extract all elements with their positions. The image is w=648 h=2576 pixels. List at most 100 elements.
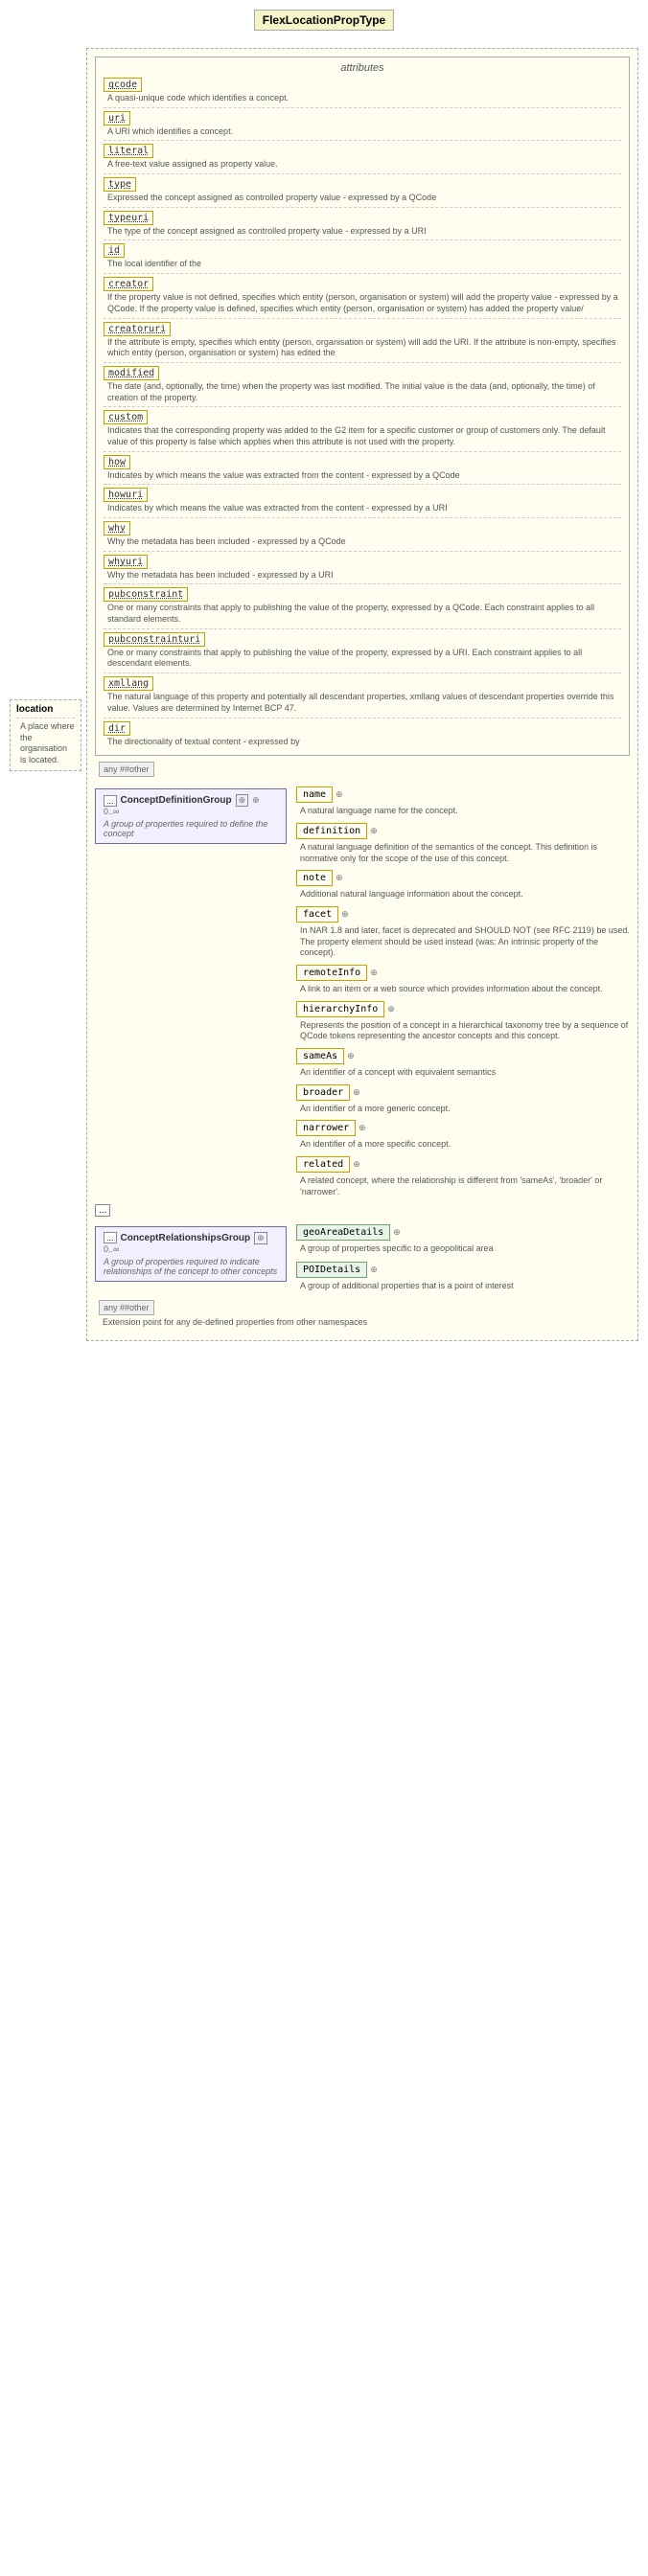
poi-expand[interactable]: ⊕ (370, 1265, 378, 1275)
concept-rel-plus-icon[interactable]: ⊕ (254, 1232, 267, 1244)
attr-name-whyuri: whyuri (104, 555, 148, 569)
concept-def-plus-icon[interactable]: ⊕ (236, 794, 249, 807)
elem-sameas: sameAs (296, 1048, 344, 1064)
attr-type: type Expressed the concept assigned as c… (104, 177, 621, 204)
diagram-container: FlexLocationPropType location A place wh… (0, 0, 648, 2576)
concept-rel-range: 0..∞ (104, 1244, 119, 1254)
elem-related-desc: A related concept, where the relationshi… (300, 1175, 630, 1197)
attr-modified: modified The date (and, optionally, the … (104, 366, 621, 403)
attr-name-uri: uri (104, 111, 130, 125)
remoteinfo-expand[interactable]: ⊕ (370, 968, 378, 978)
elem-remoteinfo: remoteInfo (296, 965, 367, 981)
concept-def-group-desc: A group of properties required to define… (104, 819, 278, 838)
attr-desc-pubconstrainturi: One or many constraints that apply to pu… (107, 648, 621, 670)
elem-facet: facet (296, 906, 338, 923)
concept-relations-group-box: ... ConceptRelationshipsGroup ⊕ 0..∞ A g… (95, 1226, 287, 1282)
attr-desc-pubconstraint: One or many constraints that apply to pu… (107, 603, 621, 625)
any-other-label: any ##other (99, 762, 154, 777)
elem-facet-desc: In NAR 1.8 and later, facet is deprecate… (300, 925, 630, 959)
attr-desc-uri: A URI which identifies a concept. (107, 126, 621, 138)
concept-rel-group-desc: A group of properties required to indica… (104, 1257, 278, 1276)
note-expand[interactable]: ⊕ (336, 873, 343, 883)
concept-definition-group-box: ... ConceptDefinitionGroup ⊕ ⊕ 0..∞ A gr… (95, 788, 287, 844)
elem-sameas-row: sameAs ⊕ An identifier of a concept with… (296, 1046, 630, 1079)
elem-geoarea-desc: A group of properties specific to a geop… (300, 1243, 630, 1255)
attr-desc-custom: Indicates that the corresponding propert… (107, 425, 621, 447)
attr-desc-literal: A free-text value assigned as property v… (107, 159, 621, 171)
attr-name-dir: dir (104, 721, 130, 736)
concept-rel-expand-icon[interactable]: ... (104, 1232, 117, 1243)
elem-poi-desc: A group of additional properties that is… (300, 1281, 630, 1292)
attr-uri: uri A URI which identifies a concept. (104, 111, 621, 138)
elem-broader: broader (296, 1084, 350, 1101)
elem-name-row: name ⊕ A natural language name for the c… (296, 785, 630, 817)
attr-how: how Indicates by which means the value w… (104, 455, 621, 482)
attr-custom: custom Indicates that the corresponding … (104, 410, 621, 447)
attr-name-pubconstrainturi: pubconstrainturi (104, 632, 205, 647)
attr-desc-howuri: Indicates by which means the value was e… (107, 503, 621, 514)
attr-desc-qcode: A quasi-unique code which identifies a c… (107, 93, 621, 104)
attr-desc-id: The local identifier of the (107, 259, 621, 270)
attr-name-literal: literal (104, 144, 153, 158)
location-box: location A place where the organisation … (10, 699, 81, 771)
broader-expand[interactable]: ⊕ (353, 1087, 360, 1098)
elem-broader-row: broader ⊕ An identifier of a more generi… (296, 1083, 630, 1115)
concept-def-range: 0..∞ (104, 807, 119, 816)
attr-desc-modified: The date (and, optionally, the time) whe… (107, 381, 621, 403)
attr-desc-how: Indicates by which means the value was e… (107, 470, 621, 482)
location-title: location (16, 704, 75, 715)
attr-desc-type: Expressed the concept assigned as contro… (107, 193, 621, 204)
elem-note: note (296, 870, 333, 886)
elem-geoarea-row: geoAreaDetails ⊕ A group of properties s… (296, 1222, 630, 1255)
attr-name-creator: creator (104, 277, 153, 291)
location-desc: A place where the organisation is locate… (20, 721, 75, 766)
elem-remoteinfo-desc: A link to an item or a web source which … (300, 984, 603, 995)
name-expand[interactable]: ⊕ (336, 789, 343, 800)
elem-narrower-desc: An identifier of a more specific concept… (300, 1139, 451, 1151)
attr-name-id: id (104, 243, 125, 258)
attr-whyuri: whyuri Why the metadata has been include… (104, 555, 621, 581)
concept-rel-group-label: ConceptRelationshipsGroup (121, 1233, 251, 1243)
elem-poi-row: POIDetails ⊕ A group of additional prope… (296, 1260, 630, 1292)
facet-expand[interactable]: ⊕ (341, 909, 349, 920)
elem-definition-row: definition ⊕ A natural language definiti… (296, 821, 630, 864)
attr-pubconstraint: pubconstraint One or many constraints th… (104, 587, 621, 625)
elem-poi: POIDetails (296, 1262, 367, 1278)
geoarea-expand[interactable]: ⊕ (393, 1227, 401, 1238)
elem-definition-desc: A natural language definition of the sem… (300, 842, 630, 864)
connector-expand-icon[interactable]: ... (95, 1204, 110, 1217)
elem-note-row: note ⊕ Additional natural language infor… (296, 868, 630, 900)
concept-def-mult: ⊕ (252, 795, 260, 806)
attr-desc-why: Why the metadata has been included - exp… (107, 536, 621, 548)
elem-hierarchyinfo: hierarchyInfo (296, 1001, 384, 1017)
elem-geoarea: geoAreaDetails (296, 1224, 390, 1241)
elem-note-desc: Additional natural language information … (300, 889, 523, 900)
elem-remoteinfo-row: remoteInfo ⊕ A link to an item or a web … (296, 963, 630, 995)
definition-expand[interactable]: ⊕ (370, 826, 378, 836)
attr-name-typeuri: typeuri (104, 211, 153, 225)
narrower-expand[interactable]: ⊕ (359, 1123, 366, 1133)
concept-def-group-label: ConceptDefinitionGroup (121, 795, 232, 806)
hierarchyinfo-expand[interactable]: ⊕ (387, 1004, 395, 1014)
elem-broader-desc: An identifier of a more generic concept. (300, 1104, 451, 1115)
elem-definition: definition (296, 823, 367, 839)
attr-desc-typeuri: The type of the concept assigned as cont… (107, 226, 621, 238)
related-expand[interactable]: ⊕ (353, 1159, 360, 1170)
elem-narrower-row: narrower ⊕ An identifier of a more speci… (296, 1118, 630, 1151)
concept-def-expand-icon[interactable]: ... (104, 795, 117, 807)
attr-qcode: qcode A quasi-unique code which identifi… (104, 78, 621, 104)
any-other-row: any ##other (99, 762, 630, 777)
page-title: FlexLocationPropType (254, 10, 394, 31)
attributes-header: attributes (104, 62, 621, 74)
attr-xmllang: xmllang The natural language of this pro… (104, 676, 621, 714)
attr-name-howuri: howuri (104, 488, 148, 502)
elem-name-desc: A natural language name for the concept. (300, 806, 458, 817)
connector-dots: ... (95, 1204, 630, 1217)
attr-name-pubconstraint: pubconstraint (104, 587, 188, 602)
elem-narrower: narrower (296, 1120, 356, 1136)
attr-desc-xmllang: The natural language of this property an… (107, 692, 621, 714)
elem-hierarchyinfo-desc: Represents the position of a concept in … (300, 1020, 630, 1042)
elem-related: related (296, 1156, 350, 1173)
elem-hierarchyinfo-row: hierarchyInfo ⊕ Represents the position … (296, 999, 630, 1042)
sameas-expand[interactable]: ⊕ (347, 1051, 355, 1061)
